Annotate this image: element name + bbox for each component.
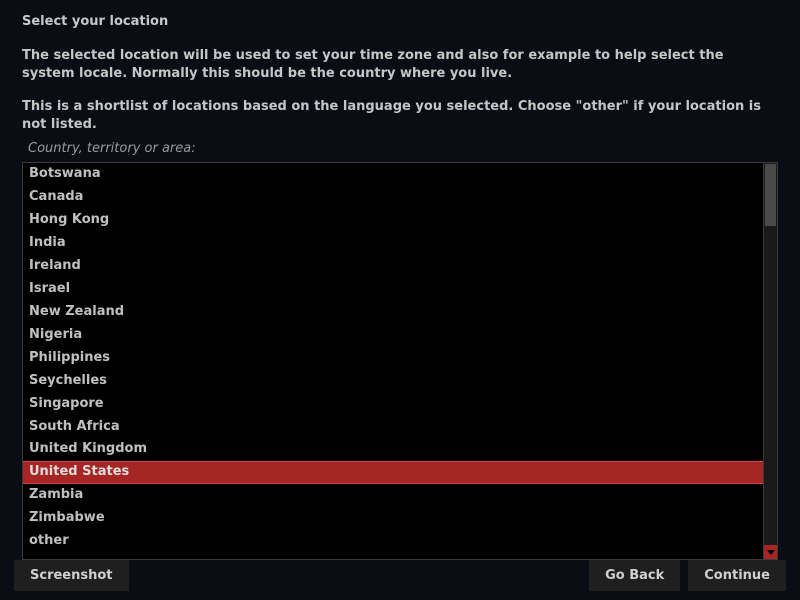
list-item[interactable]: United States — [23, 461, 778, 484]
scrollbar-thumb[interactable] — [765, 164, 776, 226]
list-item[interactable]: Zambia — [23, 484, 778, 507]
list-item[interactable]: Nigeria — [23, 324, 778, 347]
page-title: Select your location — [0, 0, 800, 37]
description-text-2: This is a shortlist of locations based o… — [0, 82, 800, 133]
field-label: Country, territory or area: — [0, 133, 800, 160]
list-item[interactable]: Hong Kong — [23, 209, 778, 232]
list-item[interactable]: South Africa — [23, 416, 778, 439]
list-item[interactable]: New Zealand — [23, 301, 778, 324]
scrollbar[interactable] — [763, 162, 778, 560]
footer: Screenshot Go Back Continue — [0, 550, 800, 600]
list-item[interactable]: United Kingdom — [23, 438, 778, 461]
footer-right: Go Back Continue — [589, 560, 786, 591]
list-item[interactable]: Botswana — [23, 163, 778, 186]
continue-button[interactable]: Continue — [688, 560, 786, 591]
location-listbox-container: BotswanaCanadaHong KongIndiaIrelandIsrae… — [22, 162, 778, 560]
list-item[interactable]: Canada — [23, 186, 778, 209]
list-item[interactable]: Seychelles — [23, 370, 778, 393]
list-item[interactable]: Singapore — [23, 393, 778, 416]
list-item[interactable]: India — [23, 232, 778, 255]
screenshot-button[interactable]: Screenshot — [14, 560, 129, 591]
go-back-button[interactable]: Go Back — [589, 560, 680, 591]
list-item[interactable]: Israel — [23, 278, 778, 301]
list-item[interactable]: Ireland — [23, 255, 778, 278]
list-item[interactable]: Zimbabwe — [23, 507, 778, 530]
location-listbox[interactable]: BotswanaCanadaHong KongIndiaIrelandIsrae… — [22, 162, 778, 560]
list-item[interactable]: Philippines — [23, 347, 778, 370]
description-text: The selected location will be used to se… — [0, 37, 800, 82]
